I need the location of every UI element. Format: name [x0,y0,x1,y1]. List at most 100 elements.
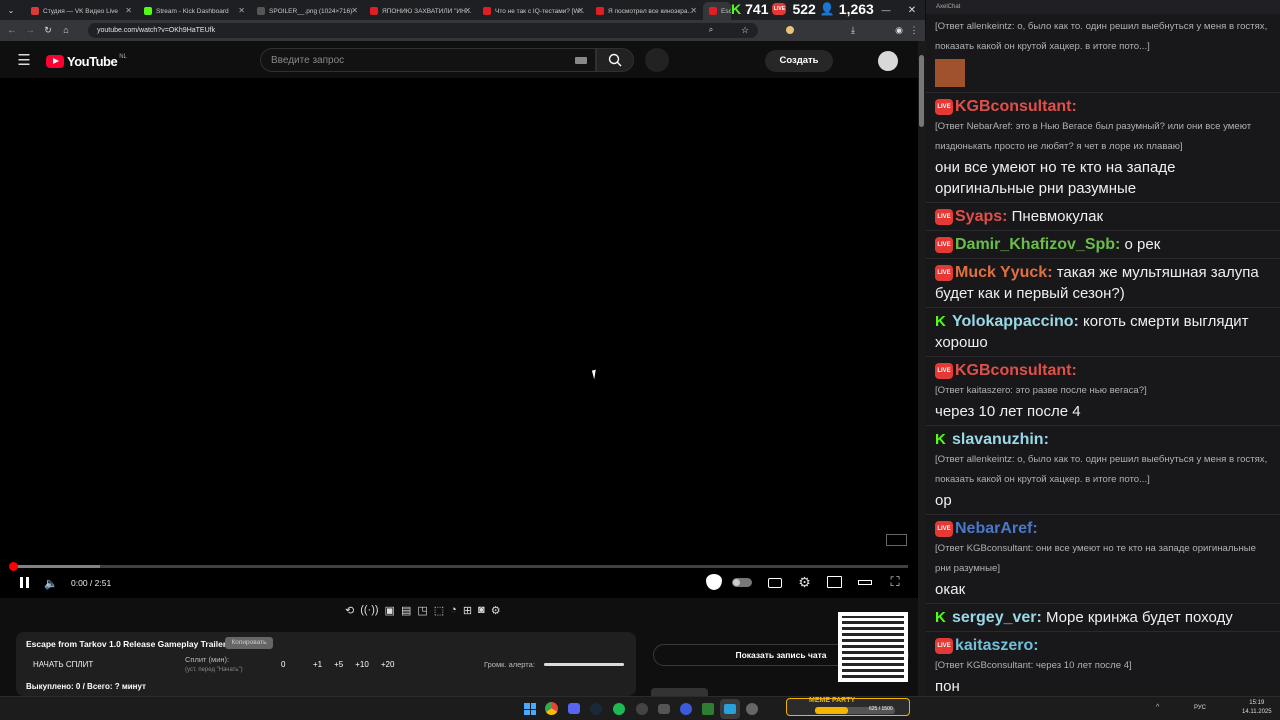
aspect-ratio-icon[interactable]: ◳ [417,604,427,620]
create-button[interactable]: Создать [765,50,833,72]
broadcast-icon[interactable]: ((·)) [360,604,378,620]
tab-close-icon[interactable]: ✕ [125,6,132,15]
tab-list-icon[interactable]: ⌄ [5,4,17,16]
profile-icon[interactable]: ◉ [894,25,904,35]
toolbar-gear-icon[interactable]: ⚙ [491,604,501,620]
subtitles-icon[interactable] [768,578,782,588]
chat-nick[interactable]: Muck Yyuck: [955,264,1053,281]
tab-close-icon[interactable]: ✕ [351,6,358,15]
hamburger-menu-icon[interactable]: ☰ [16,52,32,69]
start-split-button[interactable]: НАЧАТЬ СПЛИТ [33,660,93,669]
add-box-icon[interactable]: ⊞ [463,604,472,620]
scrollbar-thumb[interactable] [919,55,924,127]
chat-nick[interactable]: KGBconsultant: [955,98,1077,115]
screen-settings-icon[interactable]: ▣ [385,604,395,620]
settings-gear-icon[interactable]: ⚙ [797,574,812,590]
chat-nick[interactable]: slavanuzhin: [952,431,1049,448]
chip[interactable] [651,688,708,696]
chat-nick[interactable]: sergey_ver: [952,609,1042,626]
browser-tab[interactable]: Esc [703,2,731,20]
voice-search-button[interactable] [645,48,669,72]
increment-button[interactable]: +5 [334,660,343,669]
reload-icon[interactable]: ↻ [42,24,54,36]
discord-icon[interactable] [568,703,580,714]
back-icon[interactable]: ← [6,24,18,36]
browser-menu-icon[interactable]: ⋮ [909,25,919,35]
browser-tab[interactable]: Я посмотрел все киноэкра... ✕ [590,2,701,20]
fullscreen-icon[interactable]: ⛶ [888,574,902,589]
shield-icon[interactable] [706,574,722,590]
scrubber-handle[interactable] [9,562,18,571]
autoplay-toggle[interactable] [732,578,752,587]
tab-close-icon[interactable]: ✕ [690,6,697,15]
increment-button[interactable]: +1 [313,660,322,669]
chat-reply-quote: [Ответ NebarAref: это в Нью Вегасе был р… [935,121,1252,152]
steam-icon[interactable] [590,703,602,715]
bookmark-star-icon[interactable]: ☆ [740,25,750,35]
film-icon[interactable]: ▤ [401,604,411,620]
download-icon[interactable]: ⤓ [848,25,858,35]
alert-volume-slider[interactable] [544,663,624,666]
browser-tab[interactable]: ЯПОНИЮ ЗАХВАТИЛИ "ИН... ✕ [364,2,475,20]
chat-nick[interactable]: NebarAref: [955,520,1038,537]
loop-icon[interactable]: ⟲ [345,604,354,620]
kick-icon: K [935,609,946,627]
chat-nick[interactable]: kaitaszero: [955,637,1039,654]
camera-icon[interactable]: ◙ [478,604,485,620]
zoom-icon[interactable]: ⌕ [706,25,716,35]
youtube-logo[interactable]: YouTube NL [46,54,127,69]
increment-button[interactable]: +10 [355,660,369,669]
start-icon[interactable] [524,703,536,715]
chrome-icon[interactable] [545,702,558,715]
browser-tab[interactable]: Студия — VK Видео Live ✕ [25,2,136,20]
app-icon[interactable] [658,704,670,714]
tab-close-icon[interactable]: ✕ [577,6,584,15]
active-app-icon[interactable] [720,699,740,719]
chat-nick[interactable]: KGBconsultant: [955,362,1077,379]
kick-icon: K [935,313,946,331]
chat-nick[interactable]: Syaps: [955,208,1007,225]
extension-icon[interactable] [786,26,794,34]
pause-icon[interactable] [18,577,30,589]
tray-expand-icon[interactable]: ^ [1156,704,1159,711]
browser-tab[interactable]: SPOILER__.png (1024×716) ✕ [251,2,362,20]
close-window-icon[interactable]: ✕ [906,4,918,16]
search-button[interactable] [596,48,634,72]
app-icon[interactable] [680,703,692,715]
volume-icon[interactable]: 🔈 [44,576,58,590]
vk-live-icon: LIVE [935,265,953,282]
tab-favicon-icon [31,7,39,15]
page-scrollbar[interactable] [918,41,926,696]
clock[interactable]: 15:19 14.11.2025 [1242,699,1272,717]
total-viewers: 1,263 [838,1,874,17]
tab-close-icon[interactable]: ✕ [238,6,245,15]
app-icon[interactable] [636,703,648,715]
search-input[interactable]: Введите запрос [260,48,596,72]
chat-nick[interactable]: Yolokappaccino: [952,313,1079,330]
increment-button[interactable]: +20 [381,660,395,669]
speed-icon[interactable]: ◔ [450,604,457,620]
keyboard-language[interactable]: РУС [1194,705,1206,711]
video-player[interactable]: 🔈 0:00 / 2:51 ⚙ ⛶ [0,78,918,598]
progress-bar[interactable] [9,562,908,571]
copy-button[interactable]: Копировать [225,637,273,649]
spotify-icon[interactable] [613,703,625,715]
keyboard-icon[interactable] [575,57,587,64]
chat-nick[interactable]: Damir_Khafizov_Spb: [955,236,1120,253]
app-icon[interactable] [702,703,714,715]
app-icon[interactable] [746,703,758,715]
url-field[interactable]: youtube.com/watch?v=OKh9HaTEUfk [88,23,758,38]
home-icon[interactable]: ⌂ [60,24,72,36]
browser-tab[interactable]: Что не так с IQ-тестами? [W... ✕ [477,2,588,20]
browser-tab[interactable]: Stream - Kick Dashboard ✕ [138,2,249,20]
avatar[interactable] [878,51,898,71]
extension-toolbar: ⟲ ((·)) ▣ ▤ ◳ ⬚ ◔ ⊞ ◙ ⚙ [345,604,501,620]
crop-icon[interactable]: ⬚ [434,604,444,620]
split-value-input[interactable]: 0 [281,660,285,669]
tab-close-icon[interactable]: ✕ [464,6,471,15]
theater-mode-icon[interactable] [858,580,872,585]
miniplayer-icon[interactable] [827,576,842,588]
vk-live-icon: LIVE [935,363,953,380]
forward-icon[interactable]: → [24,24,36,36]
maximize-icon[interactable] [884,4,896,16]
